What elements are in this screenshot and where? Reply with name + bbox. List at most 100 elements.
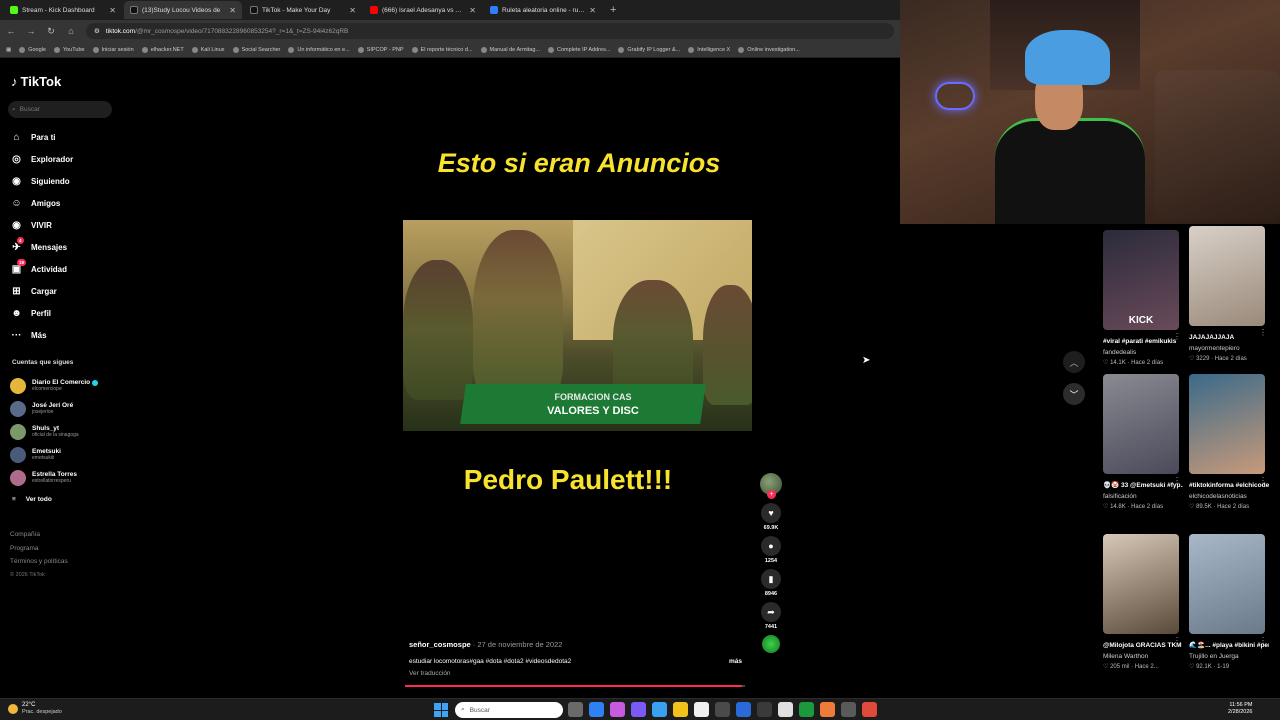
new-tab-button[interactable]: + — [604, 4, 622, 16]
share-action[interactable]: ➦ 7441 — [760, 602, 782, 630]
share-icon[interactable]: ➦ — [761, 602, 781, 622]
music-disc-icon[interactable] — [762, 635, 780, 653]
tab-ruleta[interactable]: Ruleta aleatoria online - ruleta ✕ — [484, 1, 602, 19]
more-button[interactable]: más — [729, 658, 742, 665]
video-thumbnail[interactable] — [1103, 374, 1179, 474]
nav-item-perfil[interactable]: ☻ Perfil — [10, 302, 120, 324]
video-thumbnail[interactable] — [1189, 534, 1265, 634]
close-tab-icon[interactable]: ✕ — [229, 6, 236, 15]
more-options-icon[interactable]: ⋮ — [1259, 328, 1267, 337]
following-item[interactable]: Diario El Comercio elcomerciope — [10, 374, 122, 397]
author-name[interactable]: señor_cosmospe — [409, 640, 471, 649]
taskbar-app-icon[interactable] — [841, 702, 856, 717]
nav-item-ms[interactable]: ··· Más — [10, 324, 120, 346]
bookmark-item[interactable]: El reporte técnico d... — [411, 46, 473, 53]
video-thumbnail[interactable] — [1189, 374, 1265, 474]
close-tab-icon[interactable]: ✕ — [109, 6, 116, 15]
taskbar-app-icon[interactable] — [652, 702, 667, 717]
taskbar-app-icon[interactable] — [799, 702, 814, 717]
more-options-icon[interactable]: ⋮ — [1259, 636, 1267, 645]
next-video-button[interactable]: ﹀ — [1063, 383, 1085, 405]
windows-start-icon[interactable] — [434, 703, 448, 717]
more-options-icon[interactable]: ⋮ — [1173, 476, 1181, 485]
bookmark-item[interactable]: Online investigation... — [738, 46, 800, 53]
nav-item-actividad[interactable]: ▣ 19 Actividad — [10, 258, 120, 280]
bookmark-item[interactable]: Intelligence X — [688, 46, 730, 53]
taskbar-app-icon[interactable] — [589, 702, 604, 717]
video-card-author[interactable]: Trujillo en Juerga — [1189, 651, 1269, 662]
taskbar-app-icon[interactable] — [631, 702, 646, 717]
nav-item-parati[interactable]: ⌂ Para ti — [10, 126, 120, 148]
footer-link-terms[interactable]: Términos y políticas — [10, 555, 68, 569]
site-info-icon[interactable]: ⚙ — [94, 27, 100, 35]
video-card-author[interactable]: mayormentepiero — [1189, 343, 1269, 354]
related-video-card[interactable]: ⋮ 💀🤡 33 @Emetsuki #fyp... falsificación ♡ 1… — [1103, 374, 1183, 513]
following-item[interactable]: Shuls_yt oficial de la sinagoga — [10, 420, 122, 443]
bookmark-item[interactable]: Un informático en e... — [288, 46, 350, 53]
translate-link[interactable]: Ver traducción — [409, 670, 451, 677]
video-card-author[interactable]: falsificación — [1103, 491, 1183, 502]
video-progress-bar[interactable] — [405, 685, 745, 687]
video-thumbnail[interactable] — [1189, 226, 1265, 326]
video-card-author[interactable]: fandedealis — [1103, 347, 1183, 358]
comment-icon[interactable]: ● — [761, 536, 781, 556]
bookmark-item[interactable]: Social Searcher — [232, 46, 280, 53]
taskbar-app-icon[interactable] — [757, 702, 772, 717]
related-video-card[interactable]: ⋮ JAJAJAJJAJA mayormentepiero ♡ 3229 · Hace… — [1189, 226, 1269, 365]
related-video-card[interactable]: ⋮#tiktokinforma #elchicodelasnot... elchi… — [1189, 374, 1269, 513]
nav-item-cargar[interactable]: ⊞ Cargar — [10, 280, 120, 302]
system-clock[interactable]: 11:56 PM 2/28/2026 — [1228, 702, 1252, 716]
following-item[interactable]: Estrella Torres estrellatorresperu — [10, 466, 122, 489]
taskbar-app-icon[interactable] — [610, 702, 625, 717]
more-options-icon[interactable]: ⋮ — [1173, 636, 1181, 645]
forward-icon[interactable]: → — [26, 26, 36, 36]
video-card-author[interactable]: Milena Warthon — [1103, 651, 1183, 662]
video-thumbnail[interactable]: KICK — [1103, 230, 1179, 330]
weather-widget[interactable]: 22°C Prac. despejado — [8, 702, 62, 716]
video-author[interactable]: señor_cosmospe · 27 de noviembre de 2022 — [409, 640, 562, 649]
footer-link-program[interactable]: Programa — [10, 542, 68, 556]
footer-link-company[interactable]: Compañía — [10, 528, 68, 542]
bookmark-item[interactable]: Manual de Armitag... — [480, 46, 540, 53]
taskbar-app-icon[interactable] — [694, 702, 709, 717]
home-icon[interactable]: ⌂ — [66, 26, 76, 36]
close-tab-icon[interactable]: ✕ — [469, 6, 476, 15]
video-thumbnail[interactable] — [1103, 534, 1179, 634]
video-card-author[interactable]: elchicodelasnoticias — [1189, 491, 1269, 502]
heart-icon[interactable]: ♥ — [761, 503, 781, 523]
comment-action[interactable]: ● 1254 — [760, 536, 782, 564]
video-player[interactable]: FORMACION CAS VALORES Y DISC — [403, 220, 752, 431]
tiktok-logo[interactable]: ♪ TikTok — [11, 74, 61, 89]
following-item[interactable]: Emetsuki emetsukiii — [10, 443, 122, 466]
see-all-button[interactable]: ≡ Ver todo — [10, 489, 122, 509]
taskbar-search[interactable]: ⌕ Buscar — [455, 702, 563, 718]
taskbar-app-icon[interactable] — [568, 702, 583, 717]
search-input[interactable]: ⌕ Buscar — [8, 101, 112, 118]
url-field[interactable]: ⚙ tiktok.com/@mr_cosmospe/video/71708832… — [86, 23, 894, 39]
taskbar-app-icon[interactable] — [736, 702, 751, 717]
more-options-icon[interactable]: ⋮ — [1259, 476, 1267, 485]
taskbar-app-icon[interactable] — [820, 702, 835, 717]
bookmark-item[interactable]: Grabify IP Logger &... — [618, 46, 680, 53]
related-video-card[interactable]: KICK ⋮ #viral #parati #emikukis fandedealis… — [1103, 230, 1183, 369]
tab-kick-dashboard[interactable]: Stream - Kick Dashboard ✕ — [4, 1, 122, 19]
related-video-card[interactable]: ⋮ 🌊🏖️... #playa #bikini #perú Trujillo en … — [1189, 534, 1269, 673]
more-options-icon[interactable]: ⋮ — [1173, 332, 1181, 341]
bookmark-item[interactable]: Google — [19, 46, 46, 53]
tab-youtube[interactable]: (666) Israel Adesanya vs Alex P ✕ — [364, 1, 482, 19]
taskbar-app-icon[interactable] — [715, 702, 730, 717]
like-action[interactable]: ♥ 69.9K — [760, 503, 782, 531]
nav-item-mensajes[interactable]: ✈ 4 Mensajes — [10, 236, 120, 258]
tab-tiktok[interactable]: TikTok - Make Your Day ✕ — [244, 1, 362, 19]
nav-item-siguiendo[interactable]: ◉ Siguiendo — [10, 170, 120, 192]
back-icon[interactable]: ← — [6, 26, 16, 36]
taskbar-app-icon[interactable] — [862, 702, 877, 717]
related-video-card[interactable]: ⋮ @Milojota GRACIAS TKM Milena Warthon ♡ 20… — [1103, 534, 1183, 673]
creator-avatar[interactable]: + — [760, 473, 782, 499]
previous-video-button[interactable]: ︿ — [1063, 351, 1085, 373]
close-tab-icon[interactable]: ✕ — [589, 6, 596, 15]
bookmark-item[interactable]: elhacker.NET — [141, 46, 184, 53]
close-tab-icon[interactable]: ✕ — [349, 6, 356, 15]
save-action[interactable]: ▮ 8946 — [760, 569, 782, 597]
bookmark-item[interactable]: Complete IP Addres... — [548, 46, 610, 53]
